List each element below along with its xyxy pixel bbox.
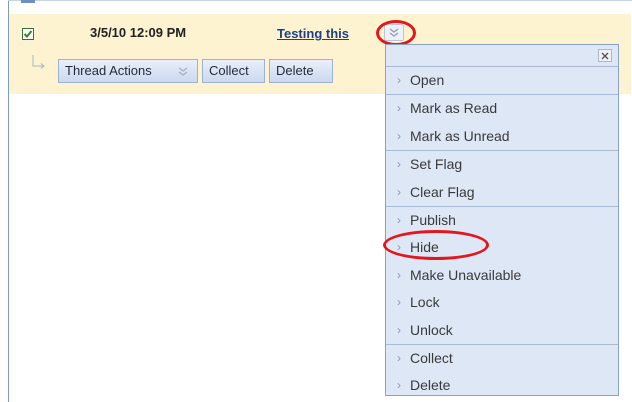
chevron-right-icon: › — [397, 73, 401, 87]
menu-item-open[interactable]: › Open — [386, 67, 618, 94]
tree-connector-icon — [32, 55, 45, 69]
chevron-right-icon: › — [397, 157, 401, 172]
double-chevron-down-icon — [389, 28, 399, 37]
menu-item-set-flag[interactable]: › Set Flag — [386, 151, 618, 178]
thread-actions-button[interactable]: Thread Actions — [58, 59, 198, 83]
thread-actions-label: Thread Actions — [65, 63, 152, 78]
close-icon — [601, 52, 609, 60]
menu-item-collect[interactable]: › Collect — [386, 345, 618, 372]
menu-group-flag: › Set Flag › Clear Flag — [386, 150, 618, 206]
panel-top-border — [8, 0, 632, 1]
context-menu-button[interactable] — [384, 24, 404, 41]
delete-button[interactable]: Delete — [269, 59, 333, 83]
post-subject-link[interactable]: Testing this — [277, 26, 349, 41]
context-menu: › Open › Mark as Read › Mark as Unread › Set… — [385, 44, 619, 396]
menu-item-label: Hide — [410, 239, 439, 256]
header-tab-edge — [21, 0, 35, 3]
menu-item-clear-flag[interactable]: › Clear Flag — [386, 179, 618, 206]
menu-item-label: Delete — [410, 377, 451, 394]
row-checkbox[interactable] — [22, 28, 34, 40]
menu-item-hide[interactable]: › Hide — [386, 234, 618, 261]
chevron-right-icon: › — [397, 240, 401, 255]
menu-item-mark-as-read[interactable]: › Mark as Read — [386, 95, 618, 122]
post-date: 3/5/10 12:09 PM — [90, 25, 187, 40]
close-menu-button[interactable] — [598, 49, 612, 62]
menu-item-label: Publish — [410, 211, 456, 228]
menu-group-manage: › Collect › Delete — [386, 343, 618, 400]
menu-item-delete[interactable]: › Delete — [386, 372, 618, 399]
menu-item-lock[interactable]: › Lock — [386, 289, 618, 316]
menu-item-label: Open — [410, 72, 445, 88]
checkmark-icon — [23, 30, 33, 38]
menu-item-label: Mark as Read — [410, 100, 498, 117]
chevron-right-icon: › — [397, 378, 401, 393]
menu-group-read: › Mark as Read › Mark as Unread — [386, 94, 618, 150]
menu-item-label: Unlock — [410, 321, 453, 338]
chevron-right-icon: › — [397, 212, 401, 227]
menu-group-open: › Open — [386, 66, 618, 94]
chevron-right-icon: › — [397, 350, 401, 365]
menu-item-label: Set Flag — [410, 156, 463, 173]
menu-item-label: Collect — [410, 349, 453, 366]
context-menu-header — [386, 45, 618, 66]
menu-item-label: Make Unavailable — [410, 266, 522, 283]
menu-item-make-unavailable[interactable]: › Make Unavailable — [386, 262, 618, 289]
chevron-right-icon: › — [397, 322, 401, 337]
menu-item-publish[interactable]: › Publish — [386, 207, 618, 234]
menu-group-visibility: › Publish › Hide › Make Unavailable › Lock ›… — [386, 205, 618, 344]
menu-item-label: Clear Flag — [410, 183, 475, 200]
collect-button[interactable]: Collect — [202, 59, 265, 83]
menu-item-label: Lock — [410, 294, 440, 311]
menu-item-mark-as-unread[interactable]: › Mark as Unread — [386, 123, 618, 150]
chevron-right-icon: › — [397, 184, 401, 199]
menu-item-unlock[interactable]: › Unlock — [386, 317, 618, 344]
double-chevron-down-icon — [178, 67, 188, 76]
menu-item-label: Mark as Unread — [410, 127, 510, 144]
chevron-right-icon: › — [397, 101, 401, 116]
chevron-right-icon: › — [397, 267, 401, 282]
chevron-right-icon: › — [397, 128, 401, 143]
chevron-right-icon: › — [397, 295, 401, 310]
